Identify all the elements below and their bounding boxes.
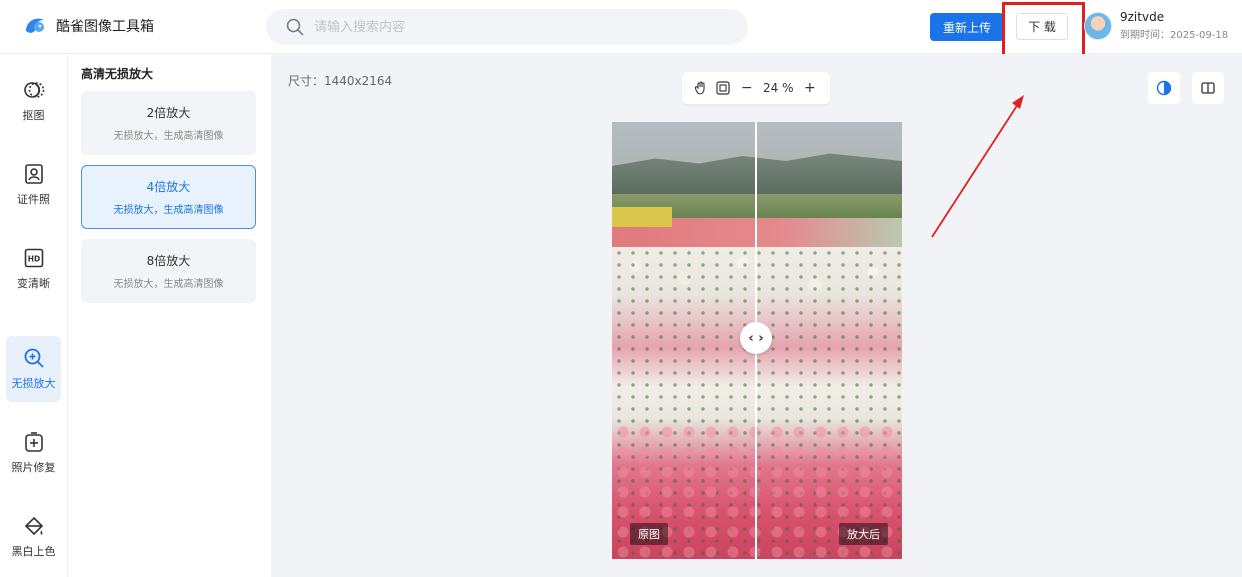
nav-label: 黑白上色 — [11, 545, 56, 558]
avatar[interactable] — [1084, 11, 1112, 40]
compare-slider-handle[interactable]: ‹ › — [740, 322, 772, 354]
fit-screen-icon[interactable] — [716, 81, 731, 95]
hd-icon: HD — [24, 248, 43, 268]
top-bar: 酷雀图像工具箱 重新上传 下 载 9zitvde 到期时间：2025-09-18 — [0, 0, 1242, 61]
compare-mode-button[interactable] — [1148, 72, 1180, 104]
nav-label: 抠图 — [22, 109, 45, 122]
option-4x[interactable]: 4倍放大 无损放大，生成高清图像 — [81, 165, 256, 229]
option-desc: 无损放大，生成高清图像 — [113, 131, 224, 142]
nav-label: 证件照 — [17, 193, 50, 206]
username: 9zitvde — [1120, 10, 1165, 24]
brand[interactable]: 酷雀图像工具箱 — [22, 13, 154, 39]
paint-bucket-icon — [24, 516, 43, 536]
download-highlight-box — [1002, 2, 1085, 61]
zoom-in-button[interactable]: + — [802, 80, 818, 96]
zoom-out-button[interactable]: − — [739, 80, 755, 96]
left-nav: 抠图 证件照 HD 变清晰 无损放大 照片修复 黑白上色 — [0, 54, 68, 577]
chevron-left-right-icon: ‹ › — [748, 330, 764, 346]
option-desc: 无损放大，生成高清图像 — [113, 279, 224, 290]
cutout-icon — [23, 82, 44, 98]
tulip-compare-image[interactable]: ‹ › 原图 放大后 — [612, 122, 902, 559]
search-icon — [286, 18, 304, 36]
image-size-info: 尺寸：1440x2164 — [288, 74, 393, 88]
nav-label: 无损放大 — [11, 377, 56, 390]
option-8x[interactable]: 8倍放大 无损放大，生成高清图像 — [81, 239, 256, 303]
zoom-toolbar: − 24 % + — [682, 72, 830, 104]
option-2x[interactable]: 2倍放大 无损放大，生成高清图像 — [81, 91, 256, 155]
reupload-button[interactable]: 重新上传 — [930, 13, 1004, 41]
nav-item-sharpen[interactable]: HD 变清晰 — [6, 236, 61, 302]
nav-item-id-photo[interactable]: 证件照 — [6, 152, 61, 218]
compare-circle-icon — [1156, 80, 1172, 96]
before-label: 原图 — [630, 523, 668, 545]
app-name: 酷雀图像工具箱 — [56, 19, 154, 35]
app-logo-icon — [26, 18, 44, 33]
search-bar[interactable] — [266, 9, 748, 45]
nav-item-colorize[interactable]: 黑白上色 — [6, 504, 61, 570]
search-input[interactable] — [314, 19, 714, 35]
split-view-button[interactable] — [1192, 72, 1224, 104]
nav-label: 变清晰 — [17, 277, 50, 290]
nav-label: 照片修复 — [11, 461, 56, 474]
svg-text:HD: HD — [27, 255, 40, 264]
split-view-icon — [1201, 82, 1215, 94]
photo-repair-icon — [24, 432, 43, 452]
user-info[interactable]: 9zitvde 到期时间：2025-09-18 — [1084, 10, 1228, 41]
expire-date: 到期时间：2025-09-18 — [1120, 30, 1229, 41]
nav-item-photo-repair[interactable]: 照片修复 — [6, 420, 61, 486]
options-panel: 高清无损放大 2倍放大 无损放大，生成高清图像 4倍放大 无损放大，生成高清图像… — [68, 54, 271, 577]
canvas-area: 尺寸：1440x2164 − 24 % + ‹ › 原图 放大后 — [271, 54, 1242, 577]
option-title: 4倍放大 — [146, 180, 191, 194]
option-title: 8倍放大 — [146, 254, 191, 268]
panel-title: 高清无损放大 — [81, 67, 154, 81]
zoom-level: 24 % — [763, 81, 794, 95]
zoom-in-icon — [24, 348, 43, 368]
hand-pan-icon[interactable] — [694, 81, 708, 95]
nav-item-lossless-upscale[interactable]: 无损放大 — [6, 336, 61, 402]
option-title: 2倍放大 — [146, 106, 191, 120]
id-photo-icon — [24, 164, 43, 184]
nav-item-cutout[interactable]: 抠图 — [6, 68, 61, 134]
after-label: 放大后 — [839, 523, 888, 545]
option-desc: 无损放大，生成高清图像 — [113, 205, 224, 216]
